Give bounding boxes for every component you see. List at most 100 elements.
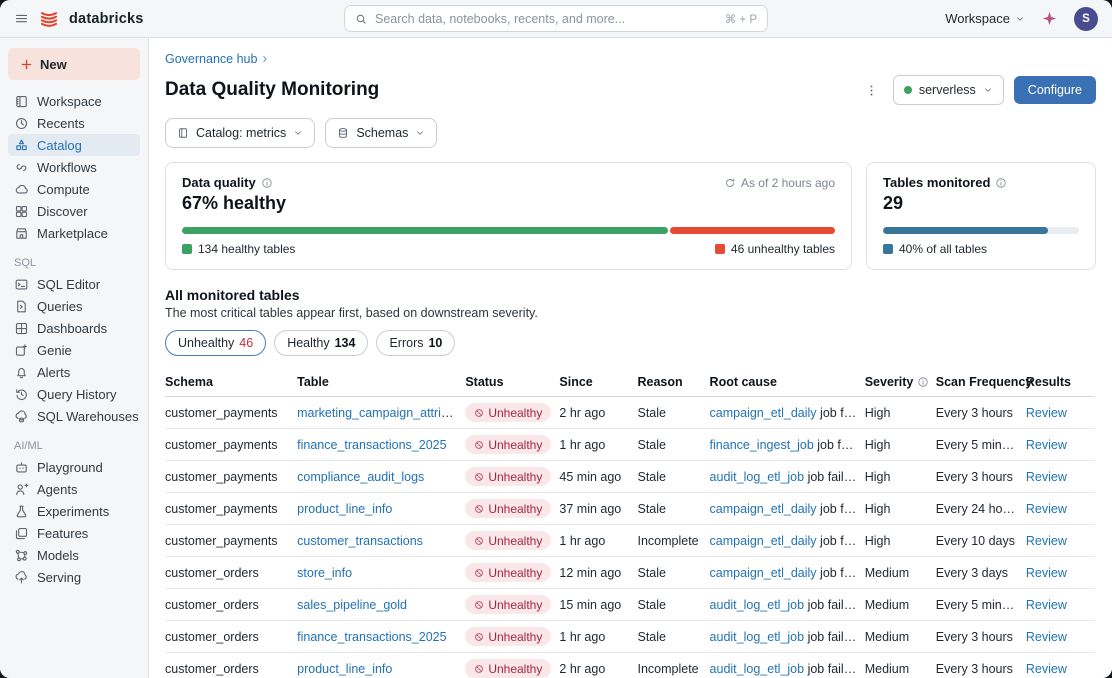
table-name-link[interactable]: store_info	[297, 566, 352, 580]
sidebar-item[interactable]: Marketplace	[8, 222, 140, 244]
sidebar-section-aiml: AI/ML	[14, 440, 134, 452]
root-cause-link[interactable]: audit_log_etl_job	[710, 630, 805, 644]
agents-icon	[14, 482, 29, 497]
sidebar-item[interactable]: Experiments	[8, 500, 140, 522]
table-row[interactable]: customer_payments product_line_info Unhe…	[165, 493, 1095, 525]
sidebar-item[interactable]: Recents	[8, 112, 140, 134]
col-table[interactable]: Table	[297, 368, 465, 397]
sidebar-item[interactable]: Catalog	[8, 134, 140, 156]
review-link[interactable]: Review	[1026, 470, 1067, 484]
user-avatar[interactable]: S	[1074, 7, 1098, 31]
sidebar-item[interactable]: Models	[8, 544, 140, 566]
col-scan-frequency[interactable]: Scan Frequency	[936, 368, 1026, 397]
sidebar-item[interactable]: Discover	[8, 200, 140, 222]
sidebar-item[interactable]: Features	[8, 522, 140, 544]
root-cause-link[interactable]: audit_log_etl_job	[710, 470, 805, 484]
root-cause-link[interactable]: campaign_etl_daily	[710, 534, 817, 548]
blocked-icon	[474, 472, 484, 482]
info-icon[interactable]	[995, 177, 1007, 189]
status-filter-chip[interactable]: Healthy 134	[274, 330, 368, 356]
review-link[interactable]: Review	[1026, 662, 1067, 676]
sidebar-item[interactable]: Compute	[8, 178, 140, 200]
review-link[interactable]: Review	[1026, 438, 1067, 452]
sidebar-item[interactable]: SQL Editor	[8, 273, 140, 295]
root-cause-link[interactable]: campaign_etl_daily	[710, 502, 817, 516]
sidebar-item-label: Experiments	[37, 504, 109, 519]
menu-icon[interactable]	[14, 11, 29, 26]
col-results[interactable]: Results	[1026, 368, 1095, 397]
review-link[interactable]: Review	[1026, 566, 1067, 580]
refresh-icon[interactable]	[724, 177, 736, 189]
table-row[interactable]: customer_payments customer_transactions …	[165, 525, 1095, 557]
table-row[interactable]: customer_payments marketing_campaign_att…	[165, 397, 1095, 429]
col-root-cause[interactable]: Root cause	[710, 368, 865, 397]
new-button[interactable]: New	[8, 48, 140, 80]
sidebar-item[interactable]: Workspace	[8, 90, 140, 112]
table-name-link[interactable]: product_line_info	[297, 502, 392, 516]
sidebar-item[interactable]: Genie	[8, 339, 140, 361]
sidebar-nav-sql: SQL Editor Queries Dashboards Genie	[8, 273, 140, 427]
col-status[interactable]: Status	[465, 368, 559, 397]
sidebar-item[interactable]: Playground	[8, 456, 140, 478]
sidebar-item[interactable]: Dashboards	[8, 317, 140, 339]
sidebar-item[interactable]: Query History	[8, 383, 140, 405]
catalog-filter[interactable]: Catalog: metrics	[165, 118, 315, 148]
sidebar-item[interactable]: SQL Warehouses	[8, 405, 140, 427]
cell-schema: customer_payments	[165, 525, 297, 557]
sidebar-item[interactable]: Serving	[8, 566, 140, 588]
root-cause-link[interactable]: audit_log_etl_job	[710, 598, 805, 612]
sidebar-item[interactable]: Queries	[8, 295, 140, 317]
assistant-sparkle-icon[interactable]	[1041, 10, 1058, 27]
configure-button[interactable]: Configure	[1014, 76, 1096, 104]
healthy-legend-label: 134 healthy tables	[198, 242, 295, 256]
kebab-icon	[864, 83, 879, 98]
overflow-menu-button[interactable]	[861, 77, 883, 103]
table-row[interactable]: customer_orders store_info Unhealthy 12 …	[165, 557, 1095, 589]
blocked-icon	[474, 440, 484, 450]
status-filter-chip[interactable]: Unhealthy 46	[165, 330, 266, 356]
table-row[interactable]: customer_payments compliance_audit_logs …	[165, 461, 1095, 493]
review-link[interactable]: Review	[1026, 534, 1067, 548]
root-cause-link[interactable]: campaign_etl_daily	[710, 406, 817, 420]
sql-warehouses-icon	[14, 409, 29, 424]
review-link[interactable]: Review	[1026, 406, 1067, 420]
cell-since: 45 min ago	[559, 461, 637, 493]
review-link[interactable]: Review	[1026, 598, 1067, 612]
table-name-link[interactable]: customer_transactions	[297, 534, 423, 548]
sql-editor-icon	[14, 277, 29, 292]
info-icon[interactable]	[917, 376, 929, 388]
table-name-link[interactable]: finance_transactions_2025	[297, 438, 446, 452]
status-filter-chip[interactable]: Errors 10	[376, 330, 455, 356]
table-row[interactable]: customer_orders finance_transactions_202…	[165, 621, 1095, 653]
root-cause-link[interactable]: finance_ingest_job	[710, 438, 814, 452]
global-search-input[interactable]: Search data, notebooks, recents, and mor…	[344, 5, 768, 32]
sidebar-item[interactable]: Agents	[8, 478, 140, 500]
cell-schema: customer_orders	[165, 557, 297, 589]
review-link[interactable]: Review	[1026, 630, 1067, 644]
environment-select[interactable]: serverless	[893, 75, 1004, 105]
table-name-link[interactable]: sales_pipeline_gold	[297, 598, 407, 612]
root-cause-link[interactable]: audit_log_etl_job	[710, 662, 805, 676]
table-name-link[interactable]: compliance_audit_logs	[297, 470, 424, 484]
sidebar-item[interactable]: Workflows	[8, 156, 140, 178]
table-row[interactable]: customer_orders product_line_info Unheal…	[165, 653, 1095, 678]
table-name-link[interactable]: finance_transactions_2025	[297, 630, 446, 644]
col-severity[interactable]: Severity	[865, 368, 936, 397]
root-cause-link[interactable]: campaign_etl_daily	[710, 566, 817, 580]
col-schema[interactable]: Schema	[165, 368, 297, 397]
table-row[interactable]: customer_orders sales_pipeline_gold Unhe…	[165, 589, 1095, 621]
review-link[interactable]: Review	[1026, 502, 1067, 516]
table-name-link[interactable]: marketing_campaign_attribution	[297, 406, 465, 420]
info-icon[interactable]	[261, 177, 273, 189]
col-reason[interactable]: Reason	[637, 368, 709, 397]
workspace-switcher[interactable]: Workspace	[945, 11, 1025, 26]
breadcrumb[interactable]: Governance hub	[165, 52, 270, 66]
sidebar-item-label: Playground	[37, 460, 103, 475]
col-since[interactable]: Since	[559, 368, 637, 397]
sidebar-item-label: Queries	[37, 299, 83, 314]
schemas-filter[interactable]: Schemas	[325, 118, 437, 148]
sidebar-item[interactable]: Alerts	[8, 361, 140, 383]
table-row[interactable]: customer_payments finance_transactions_2…	[165, 429, 1095, 461]
status-dot	[904, 86, 912, 94]
table-name-link[interactable]: product_line_info	[297, 662, 392, 676]
